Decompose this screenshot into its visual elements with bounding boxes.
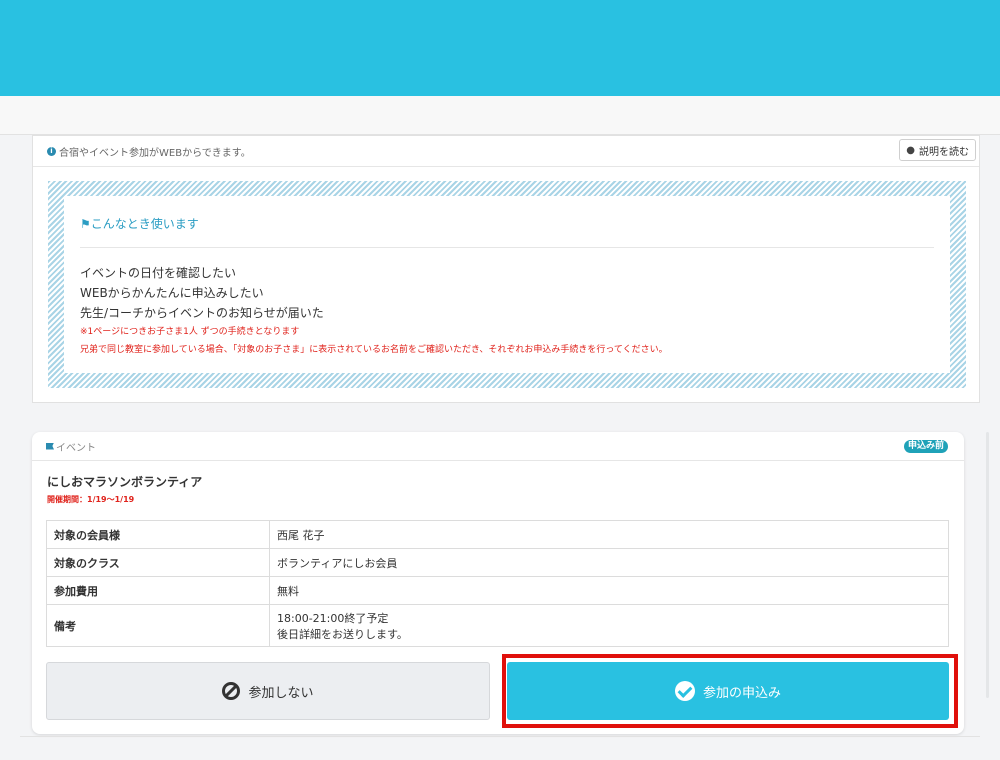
apply-button[interactable]: 参加の申込み xyxy=(507,662,949,720)
info-circle-icon: i xyxy=(47,146,56,156)
remarks-line: 18:00-21:00終了予定 xyxy=(277,611,389,625)
scrollbar-track[interactable] xyxy=(986,432,989,698)
decline-button[interactable]: 参加しない xyxy=(46,662,490,720)
event-period: 開催期間：1/19〜1/19 xyxy=(47,495,135,504)
row-value: ボランティアにしお会員 xyxy=(269,548,949,577)
status-badge: 申込み前 xyxy=(903,440,948,453)
row-label: 備考 xyxy=(46,604,270,647)
apply-label: 参加の申込み xyxy=(702,685,781,701)
event-details-table: 対象の会員様 西尾 花子 対象のクラス ボランティアにしお会員 参加費用 無料 … xyxy=(46,520,949,647)
table-row: 対象のクラス ボランティアにしお会員 xyxy=(46,548,949,577)
table-row: 参加費用 無料 xyxy=(46,576,949,605)
usage-item: イベントの日付を確認したい xyxy=(80,266,237,280)
ban-icon xyxy=(222,682,241,700)
row-label: 対象のクラス xyxy=(46,548,270,577)
event-card-header: イベント 申込み前 xyxy=(32,432,964,461)
info-panel-header: i 合宿やイベント参加がWEBからできます。 ● 説明を読む xyxy=(33,136,979,167)
usage-item: 先生/コーチからイベントのお知らせが届いた xyxy=(80,306,324,320)
readme-button[interactable]: ● 説明を読む xyxy=(899,139,976,161)
flag-icon xyxy=(46,442,54,450)
decline-label: 参加しない xyxy=(248,685,314,701)
usage-title-text: こんなとき使います xyxy=(90,217,199,231)
row-value: 無料 xyxy=(269,576,949,605)
usage-box: ⚑こんなとき使います イベントの日付を確認したい WEBからかんたんに申込みした… xyxy=(48,181,966,388)
event-card: イベント 申込み前 にしおマラソンボランティア 開催期間：1/19〜1/19 対… xyxy=(32,432,964,734)
note-one-child: ※1ページにつきお子さま1人 ずつの手続きとなります xyxy=(80,327,300,337)
table-row: 備考 18:00-21:00終了予定 後日詳細をお送りします。 xyxy=(46,604,949,647)
event-section-label: イベント xyxy=(56,442,96,454)
row-label: 参加費用 xyxy=(46,576,270,605)
table-row: 対象の会員様 西尾 花子 xyxy=(46,520,949,549)
megaphone-icon: ⚑ xyxy=(80,217,91,231)
event-title: にしおマラソンボランティア xyxy=(47,475,203,489)
remarks-line: 後日詳細をお送りします。 xyxy=(277,627,408,641)
bottom-divider xyxy=(20,736,980,737)
usage-title: ⚑こんなとき使います xyxy=(80,215,199,232)
row-value: 18:00-21:00終了予定 後日詳細をお送りします。 xyxy=(269,604,949,647)
usage-item: WEBからかんたんに申込みしたい xyxy=(80,286,264,300)
info-message: 合宿やイベント参加がWEBからできます。 xyxy=(59,147,251,159)
row-value: 西尾 花子 xyxy=(269,520,949,549)
usage-box-inner: ⚑こんなとき使います イベントの日付を確認したい WEBからかんたんに申込みした… xyxy=(64,196,950,373)
check-circle-icon xyxy=(674,681,695,701)
comment-icon: ● xyxy=(906,144,915,156)
usage-divider xyxy=(80,247,934,248)
info-panel: i 合宿やイベント参加がWEBからできます。 ● 説明を読む ⚑こんなとき使いま… xyxy=(32,135,980,403)
row-label: 対象の会員様 xyxy=(46,520,270,549)
readme-label: 説明を読む xyxy=(919,146,969,158)
note-siblings: 兄弟で同じ教室に参加している場合、「対象のお子さま」に表示されているお名前をご確… xyxy=(80,345,668,355)
top-header-bar xyxy=(0,0,1000,96)
sub-nav-bar xyxy=(0,96,1000,135)
